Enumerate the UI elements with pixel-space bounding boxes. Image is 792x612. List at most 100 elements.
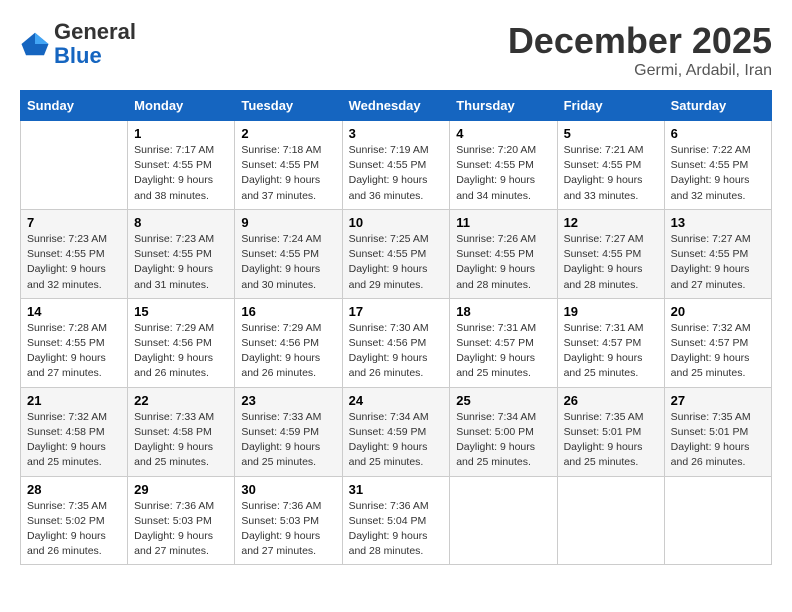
- day-number: 31: [349, 482, 444, 497]
- calendar-cell: 21 Sunrise: 7:32 AMSunset: 4:58 PMDayligh…: [21, 387, 128, 476]
- day-number: 14: [27, 304, 121, 319]
- calendar-cell: 6Sunrise: 7:22 AMSunset: 4:55 PMDaylight…: [664, 121, 771, 210]
- day-info: Sunrise: 7:28 AMSunset: 4:55 PMDaylight:…: [27, 321, 121, 382]
- calendar-cell: 1Sunrise: 7:17 AMSunset: 4:55 PMDaylight…: [128, 121, 235, 210]
- day-info: Sunrise: 7:34 AMSunset: 5:00 PMDaylight:…: [456, 410, 550, 471]
- calendar-cell: 4 Sunrise: 7:20 AMSunset: 4:55 PMDaylight…: [450, 121, 557, 210]
- day-info: Sunrise: 7:30 AMSunset: 4:56 PMDaylight:…: [349, 321, 444, 382]
- day-info: Sunrise: 7:31 AMSunset: 4:57 PMDaylight:…: [564, 321, 658, 382]
- calendar-body: 1Sunrise: 7:17 AMSunset: 4:55 PMDaylight…: [21, 121, 772, 565]
- day-info: Sunrise: 7:19 AMSunset: 4:55 PMDaylight:…: [349, 143, 444, 204]
- day-number: 7: [27, 215, 121, 230]
- day-info: Sunrise: 7:32 AMSunset: 4:57 PMDaylight:…: [671, 321, 765, 382]
- calendar-cell: 27Sunrise: 7:35 AMSunset: 5:01 PMDayligh…: [664, 387, 771, 476]
- calendar-cell: 22 Sunrise: 7:33 AMSunset: 4:58 PMDayligh…: [128, 387, 235, 476]
- weekday-header-friday: Friday: [557, 91, 664, 121]
- calendar-week-2: 7 Sunrise: 7:23 AMSunset: 4:55 PMDaylight…: [21, 209, 772, 298]
- day-info: Sunrise: 7:31 AMSunset: 4:57 PMDaylight:…: [456, 321, 550, 382]
- calendar-cell: 14 Sunrise: 7:28 AMSunset: 4:55 PMDayligh…: [21, 298, 128, 387]
- day-number: 30: [241, 482, 335, 497]
- day-info: Sunrise: 7:20 AMSunset: 4:55 PMDaylight:…: [456, 143, 550, 204]
- calendar-cell: 28 Sunrise: 7:35 AMSunset: 5:02 PMDayligh…: [21, 476, 128, 565]
- day-info: Sunrise: 7:35 AMSunset: 5:01 PMDaylight:…: [564, 410, 658, 471]
- day-info: Sunrise: 7:29 AMSunset: 4:56 PMDaylight:…: [134, 321, 228, 382]
- day-number: 20: [671, 304, 765, 319]
- day-info: Sunrise: 7:26 AMSunset: 4:55 PMDaylight:…: [456, 232, 550, 293]
- day-info: Sunrise: 7:18 AMSunset: 4:55 PMDaylight:…: [241, 143, 335, 204]
- day-number: 9: [241, 215, 335, 230]
- day-number: 26: [564, 393, 658, 408]
- weekday-header-saturday: Saturday: [664, 91, 771, 121]
- day-info: Sunrise: 7:22 AMSunset: 4:55 PMDaylight:…: [671, 143, 765, 204]
- day-number: 17: [349, 304, 444, 319]
- calendar-cell: 20 Sunrise: 7:32 AMSunset: 4:57 PMDayligh…: [664, 298, 771, 387]
- day-number: 21: [27, 393, 121, 408]
- day-info: Sunrise: 7:23 AMSunset: 4:55 PMDaylight:…: [134, 232, 228, 293]
- day-info: Sunrise: 7:27 AMSunset: 4:55 PMDaylight:…: [564, 232, 658, 293]
- weekday-header-wednesday: Wednesday: [342, 91, 450, 121]
- calendar-cell: 2 Sunrise: 7:18 AMSunset: 4:55 PMDaylight…: [235, 121, 342, 210]
- calendar-cell: 24 Sunrise: 7:34 AMSunset: 4:59 PMDayligh…: [342, 387, 450, 476]
- day-info: Sunrise: 7:34 AMSunset: 4:59 PMDaylight:…: [349, 410, 444, 471]
- calendar-week-1: 1Sunrise: 7:17 AMSunset: 4:55 PMDaylight…: [21, 121, 772, 210]
- day-number: 28: [27, 482, 121, 497]
- day-number: 4: [456, 126, 550, 141]
- day-info: Sunrise: 7:33 AMSunset: 4:58 PMDaylight:…: [134, 410, 228, 471]
- calendar-cell: [21, 121, 128, 210]
- day-number: 2: [241, 126, 335, 141]
- day-info: Sunrise: 7:35 AMSunset: 5:02 PMDaylight:…: [27, 499, 121, 560]
- calendar-cell: 30Sunrise: 7:36 AMSunset: 5:03 PMDayligh…: [235, 476, 342, 565]
- day-info: Sunrise: 7:32 AMSunset: 4:58 PMDaylight:…: [27, 410, 121, 471]
- calendar-cell: 13 Sunrise: 7:27 AMSunset: 4:55 PMDayligh…: [664, 209, 771, 298]
- calendar-cell: [450, 476, 557, 565]
- calendar-table: SundayMondayTuesdayWednesdayThursdayFrid…: [20, 90, 772, 565]
- weekday-header-sunday: Sunday: [21, 91, 128, 121]
- day-info: Sunrise: 7:36 AMSunset: 5:04 PMDaylight:…: [349, 499, 444, 560]
- logo-general-text: General: [54, 19, 136, 44]
- day-info: Sunrise: 7:21 AMSunset: 4:55 PMDaylight:…: [564, 143, 658, 204]
- calendar-week-3: 14 Sunrise: 7:28 AMSunset: 4:55 PMDayligh…: [21, 298, 772, 387]
- calendar-cell: 26 Sunrise: 7:35 AMSunset: 5:01 PMDayligh…: [557, 387, 664, 476]
- calendar-cell: 19 Sunrise: 7:31 AMSunset: 4:57 PMDayligh…: [557, 298, 664, 387]
- day-number: 11: [456, 215, 550, 230]
- location-text: Germi, Ardabil, Iran: [508, 62, 772, 80]
- calendar-cell: 10Sunrise: 7:25 AMSunset: 4:55 PMDayligh…: [342, 209, 450, 298]
- day-number: 12: [564, 215, 658, 230]
- day-number: 19: [564, 304, 658, 319]
- calendar-cell: 12 Sunrise: 7:27 AMSunset: 4:55 PMDayligh…: [557, 209, 664, 298]
- day-number: 27: [671, 393, 765, 408]
- calendar-cell: 31 Sunrise: 7:36 AMSunset: 5:04 PMDayligh…: [342, 476, 450, 565]
- day-number: 16: [241, 304, 335, 319]
- calendar-cell: 18Sunrise: 7:31 AMSunset: 4:57 PMDayligh…: [450, 298, 557, 387]
- logo-icon: [20, 29, 50, 59]
- calendar-cell: 15Sunrise: 7:29 AMSunset: 4:56 PMDayligh…: [128, 298, 235, 387]
- day-number: 23: [241, 393, 335, 408]
- day-number: 25: [456, 393, 550, 408]
- day-info: Sunrise: 7:33 AMSunset: 4:59 PMDaylight:…: [241, 410, 335, 471]
- calendar-cell: 9 Sunrise: 7:24 AMSunset: 4:55 PMDaylight…: [235, 209, 342, 298]
- calendar-cell: 7Sunrise: 7:23 AMSunset: 4:55 PMDaylight…: [21, 209, 128, 298]
- day-info: Sunrise: 7:24 AMSunset: 4:55 PMDaylight:…: [241, 232, 335, 293]
- title-block: December 2025 Germi, Ardabil, Iran: [508, 20, 772, 80]
- day-info: Sunrise: 7:27 AMSunset: 4:55 PMDaylight:…: [671, 232, 765, 293]
- day-number: 8: [134, 215, 228, 230]
- day-number: 3: [349, 126, 444, 141]
- day-info: Sunrise: 7:36 AMSunset: 5:03 PMDaylight:…: [134, 499, 228, 560]
- calendar-cell: 29 Sunrise: 7:36 AMSunset: 5:03 PMDayligh…: [128, 476, 235, 565]
- logo: General Blue: [20, 20, 136, 68]
- calendar-cell: 16Sunrise: 7:29 AMSunset: 4:56 PMDayligh…: [235, 298, 342, 387]
- day-number: 10: [349, 215, 444, 230]
- calendar-cell: [664, 476, 771, 565]
- calendar-week-4: 21 Sunrise: 7:32 AMSunset: 4:58 PMDayligh…: [21, 387, 772, 476]
- day-number: 24: [349, 393, 444, 408]
- day-number: 29: [134, 482, 228, 497]
- day-number: 22: [134, 393, 228, 408]
- logo-blue-text: Blue: [54, 43, 102, 68]
- calendar-week-5: 28 Sunrise: 7:35 AMSunset: 5:02 PMDayligh…: [21, 476, 772, 565]
- day-number: 13: [671, 215, 765, 230]
- calendar-cell: 3 Sunrise: 7:19 AMSunset: 4:55 PMDaylight…: [342, 121, 450, 210]
- weekday-header-tuesday: Tuesday: [235, 91, 342, 121]
- calendar-cell: 23 Sunrise: 7:33 AMSunset: 4:59 PMDayligh…: [235, 387, 342, 476]
- weekday-header-thursday: Thursday: [450, 91, 557, 121]
- calendar-cell: 5Sunrise: 7:21 AMSunset: 4:55 PMDaylight…: [557, 121, 664, 210]
